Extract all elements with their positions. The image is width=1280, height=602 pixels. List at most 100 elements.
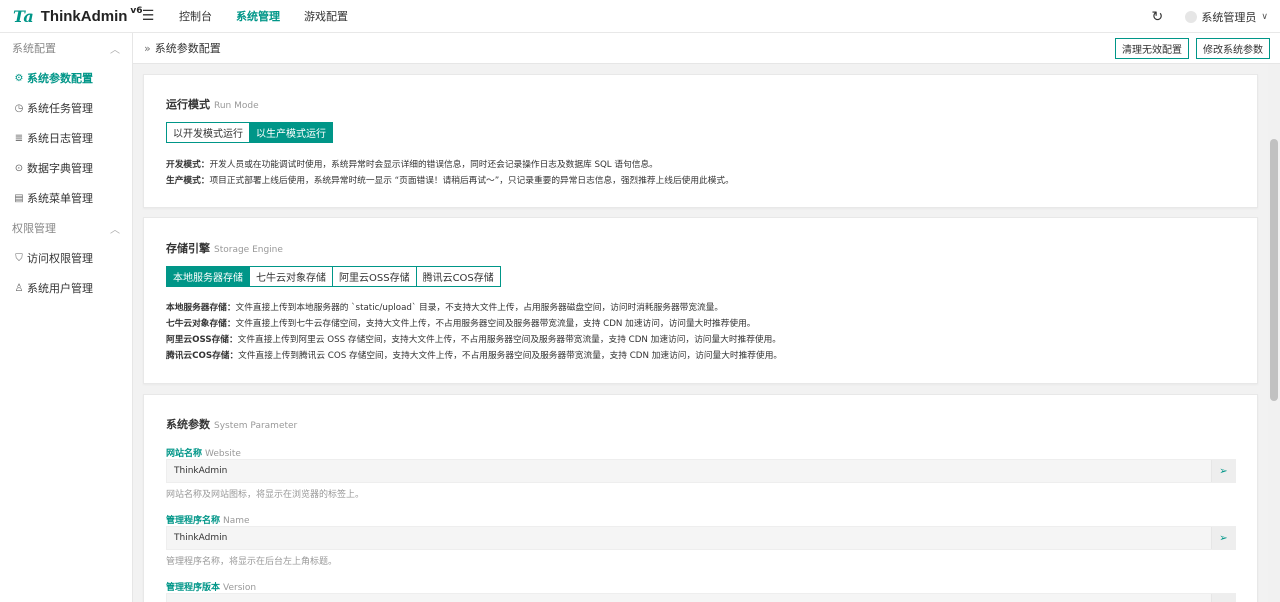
storage-desc: 本地服务器存储：文件直接上传到本地服务器的 `static/upload` 目录…: [166, 300, 1237, 364]
shield-icon: ⛉: [15, 252, 23, 264]
desc-line: 阿里云OSS存储：文件直接上传到阿里云 OSS 存储空间，支持大文件上传，不占用…: [166, 332, 1237, 348]
storage-toggle: 本地服务器存储 七牛云对象存储 阿里云OSS存储 腾讯云COS存储: [166, 266, 501, 287]
dev-mode-button[interactable]: 以开发模式运行: [166, 122, 250, 143]
desc-key: 开发模式：: [166, 160, 210, 170]
app-name: ThinkAdmin: [40, 7, 128, 25]
sidebar-item-params[interactable]: ⚙ 系统参数配置: [0, 63, 132, 93]
topnav-system[interactable]: 系统管理: [224, 0, 292, 33]
clock-icon: ◷: [14, 102, 24, 114]
run-mode-card: 运行模式 Run Mode 以开发模式运行 以生产模式运行 开发模式：开发人员或在…: [143, 74, 1258, 208]
chevron-down-icon: ∨: [1261, 11, 1268, 22]
sidebar-item-label: 系统菜单管理: [27, 192, 93, 205]
section-title-en: Storage Engine: [214, 245, 283, 255]
desc-line: 生产模式：项目正式部署上线后使用，系统异常时统一显示 “页面错误！请稍后再试～”…: [166, 173, 1237, 189]
prod-mode-button[interactable]: 以生产模式运行: [249, 122, 333, 143]
sysparam-card: 系统参数 System Parameter 网站名称 Website ThinkAd…: [143, 394, 1258, 602]
desc-line: 本地服务器存储：文件直接上传到本地服务器的 `static/upload` 目录…: [166, 300, 1237, 316]
sidebar-group-auth[interactable]: 权限管理 ︿: [0, 213, 132, 243]
topnav-game[interactable]: 游戏配置: [292, 0, 360, 33]
qiniu-storage-button[interactable]: 七牛云对象存储: [249, 266, 333, 287]
app-name-input[interactable]: ThinkAdmin ➢: [166, 526, 1236, 550]
desc-key: 阿里云OSS存储：: [166, 335, 238, 345]
desc-key: 七牛云对象存储：: [166, 319, 236, 329]
sidebar-item-label: 访问权限管理: [27, 252, 93, 265]
list-icon: ≣: [14, 132, 24, 144]
section-title: 存储引擎: [166, 242, 210, 255]
app-version-input[interactable]: ➢: [166, 593, 1236, 602]
sidebar-group-config[interactable]: 系统配置 ︿: [0, 33, 132, 63]
dots-icon: ⊙: [14, 162, 24, 174]
app-name-label: 管理程序名称 Name: [166, 513, 250, 526]
desc-value: 文件直接上传到阿里云 OSS 存储空间，支持大文件上传，不占用服务器空间及服务器…: [237, 335, 781, 345]
sidebar-item-users[interactable]: ♙ 系统用户管理: [0, 273, 132, 303]
website-input[interactable]: ThinkAdmin ➢: [166, 459, 1236, 483]
desc-line: 腾讯云COS存储：文件直接上传到腾讯云 COS 存储空间，支持大文件上传，不占用…: [166, 348, 1237, 364]
sidebar-item-logs[interactable]: ≣ 系统日志管理: [0, 123, 132, 153]
app-version-label: 管理程序版本 Version: [166, 580, 256, 593]
run-mode-desc: 开发模式：开发人员或在功能调试时使用，系统异常时会显示详细的错误信息，同时还会记…: [166, 157, 1237, 189]
refresh-icon[interactable]: ↻: [1147, 9, 1167, 25]
sidebar-item-menus[interactable]: ▤ 系统菜单管理: [0, 183, 132, 213]
storage-title: 存储引擎 Storage Engine: [166, 240, 283, 256]
user-icon: ♙: [14, 282, 24, 294]
clear-config-button[interactable]: 清理无效配置: [1115, 38, 1189, 59]
page-title: 系统参数配置: [154, 42, 221, 55]
send-icon[interactable]: ➢: [1211, 527, 1235, 549]
sidebar-item-label: 系统用户管理: [27, 282, 93, 295]
top-bar: Ta ThinkAdmin v6 ☰ 控制台 系统管理 游戏配置 ↻ 系统管理员…: [0, 0, 1280, 33]
topnav-console[interactable]: 控制台: [167, 0, 224, 33]
sidebar-group-label: 权限管理: [12, 222, 56, 235]
field-label: 管理程序名称: [166, 516, 221, 526]
send-icon[interactable]: ➢: [1211, 460, 1235, 482]
app-name-help: 管理程序名称，将显示在后台左上角标题。: [166, 557, 338, 567]
sidebar-item-label: 系统日志管理: [27, 132, 93, 145]
top-right: ↻ 系统管理员 ∨: [1147, 0, 1280, 33]
scrollbar-thumb[interactable]: [1270, 139, 1278, 401]
storage-card: 存储引擎 Storage Engine 本地服务器存储 七牛云对象存储 阿里云OS…: [143, 217, 1258, 384]
page-actions: 清理无效配置 修改系统参数: [1108, 38, 1270, 59]
logo[interactable]: Ta ThinkAdmin v6: [0, 0, 143, 33]
app-version: v6: [130, 6, 143, 16]
run-mode-toggle: 以开发模式运行 以生产模式运行: [166, 122, 333, 143]
breadcrumb-bar: » 系统参数配置 清理无效配置 修改系统参数: [133, 33, 1280, 64]
chevron-up-icon: ︿: [110, 44, 120, 56]
menu-icon: ▤: [14, 192, 24, 204]
section-title: 运行模式: [166, 98, 210, 111]
menu-toggle-icon[interactable]: ☰: [133, 0, 163, 33]
field-value: ThinkAdmin: [174, 466, 228, 476]
section-title: 系统参数: [166, 418, 210, 431]
desc-line: 七牛云对象存储：文件直接上传到七牛云存储空间，支持大文件上传，不占用服务器空间及…: [166, 316, 1237, 332]
desc-key: 本地服务器存储：: [166, 303, 236, 313]
avatar: [1185, 10, 1198, 23]
desc-line: 开发模式：开发人员或在功能调试时使用，系统异常时会显示详细的错误信息，同时还会记…: [166, 157, 1237, 173]
edit-params-button[interactable]: 修改系统参数: [1196, 38, 1270, 59]
sidebar-item-tasks[interactable]: ◷ 系统任务管理: [0, 93, 132, 123]
sidebar-item-label: 系统参数配置: [27, 72, 93, 85]
sysparam-title: 系统参数 System Parameter: [166, 416, 297, 432]
sidebar: 系统配置 ︿ ⚙ 系统参数配置 ◷ 系统任务管理 ≣ 系统日志管理 ⊙ 数据字典…: [0, 33, 133, 602]
field-label: 管理程序版本: [166, 583, 221, 593]
aliyun-oss-button[interactable]: 阿里云OSS存储: [332, 266, 417, 287]
sidebar-item-dict[interactable]: ⊙ 数据字典管理: [0, 153, 132, 183]
scrollbar[interactable]: [1268, 64, 1280, 602]
field-label-en: Version: [223, 583, 257, 593]
user-menu[interactable]: 系统管理员 ∨: [1185, 9, 1280, 25]
field-value: ThinkAdmin: [174, 533, 228, 543]
local-storage-button[interactable]: 本地服务器存储: [166, 266, 250, 287]
sidebar-item-label: 数据字典管理: [27, 162, 93, 175]
field-label: 网站名称: [166, 449, 203, 459]
desc-key: 生产模式：: [166, 176, 210, 186]
main-content: 运行模式 Run Mode 以开发模式运行 以生产模式运行 开发模式：开发人员或在…: [133, 64, 1268, 602]
sidebar-item-label: 系统任务管理: [27, 102, 93, 115]
double-chevron-icon: »: [144, 42, 151, 55]
desc-value: 文件直接上传到腾讯云 COS 存储空间，支持大文件上传，不占用服务器空间及服务器…: [238, 351, 783, 361]
run-mode-title: 运行模式 Run Mode: [166, 96, 259, 112]
section-title-en: Run Mode: [214, 101, 259, 111]
tencent-cos-button[interactable]: 腾讯云COS存储: [415, 266, 501, 287]
breadcrumb: » 系统参数配置: [133, 40, 221, 56]
desc-value: 文件直接上传到七牛云存储空间，支持大文件上传，不占用服务器空间及服务器带宽流量，…: [235, 319, 756, 329]
sidebar-item-access[interactable]: ⛉ 访问权限管理: [0, 243, 132, 273]
chevron-up-icon: ︿: [110, 224, 120, 236]
user-name: 系统管理员: [1201, 10, 1257, 24]
send-icon[interactable]: ➢: [1211, 594, 1235, 602]
